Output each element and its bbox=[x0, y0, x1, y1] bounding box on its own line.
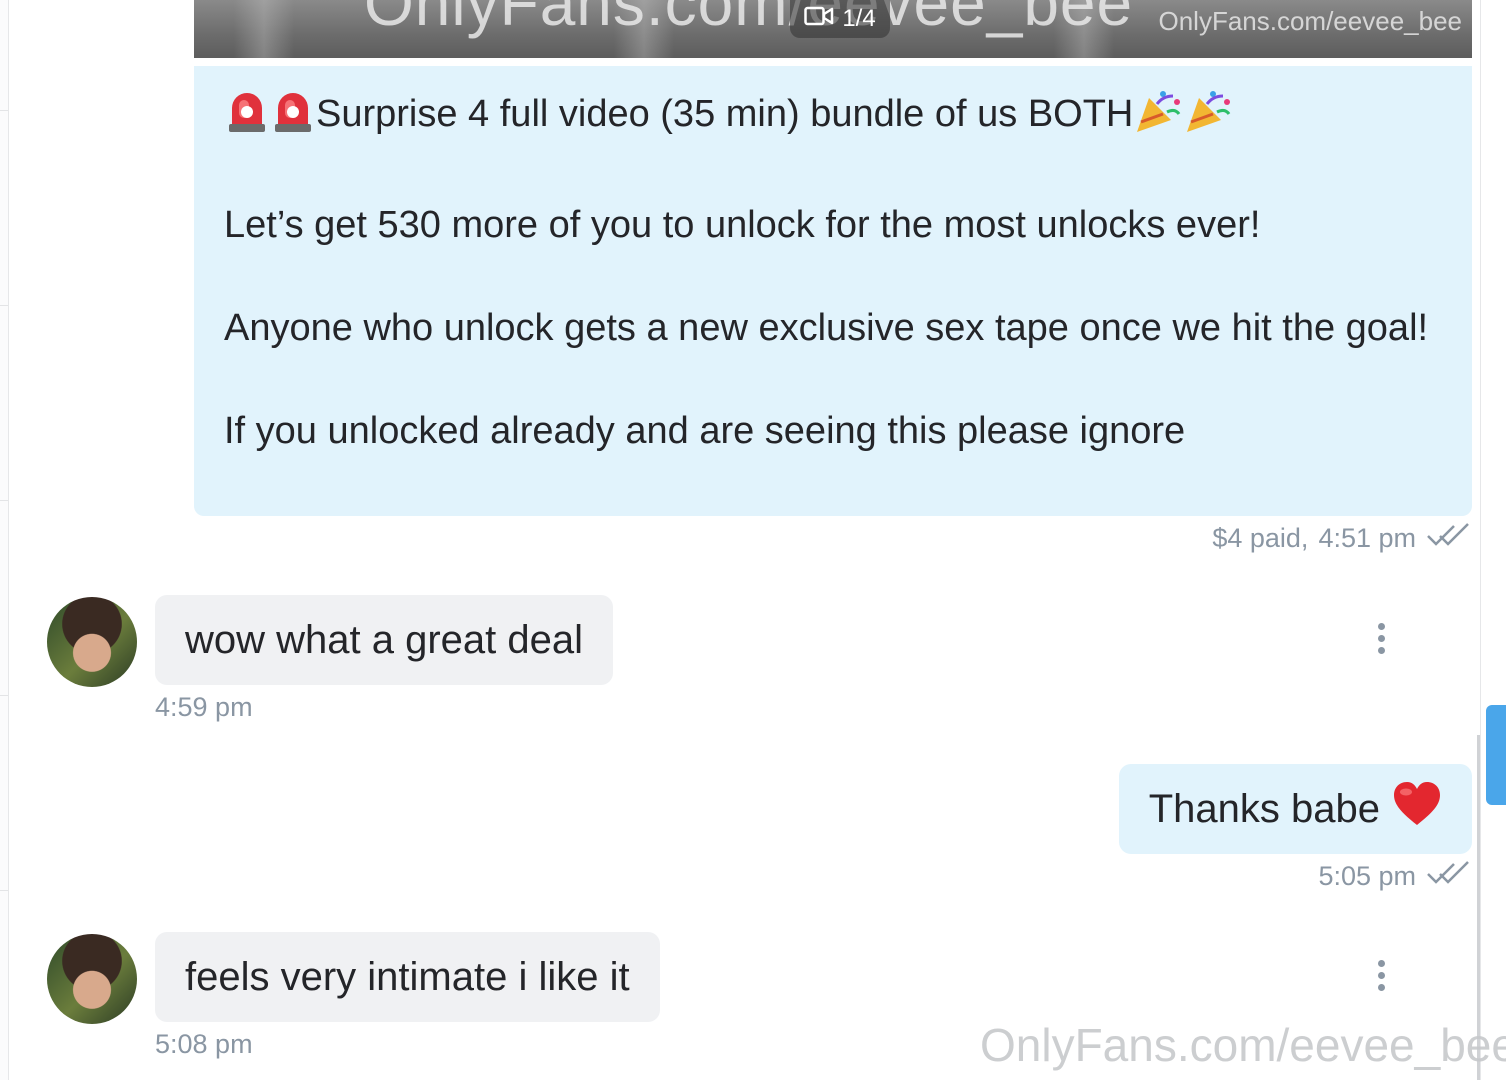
outgoing-paid-message: Surprise 4 full video (35 min) bundle of… bbox=[194, 66, 1472, 516]
bundle-headline: Surprise 4 full video (35 min) bundle of… bbox=[316, 93, 1134, 135]
footer-watermark: OnlyFans.com/eevee_bee bbox=[980, 1019, 1506, 1071]
media-watermark: OnlyFans.com/eevee_bee bbox=[364, 0, 1134, 39]
message-line: Surprise 4 full video (35 min) bundle of… bbox=[224, 88, 1442, 148]
party-popper-icon bbox=[1133, 88, 1183, 148]
incoming-message: wow what a great deal bbox=[155, 595, 614, 685]
double-check-icon bbox=[1426, 522, 1470, 555]
message-line: If you unlocked already and are seeing t… bbox=[224, 410, 1186, 452]
siren-icon bbox=[270, 88, 316, 148]
red-heart-icon bbox=[1392, 781, 1442, 837]
more-options-icon[interactable] bbox=[1367, 618, 1395, 658]
scrollbar-thumb[interactable] bbox=[1486, 705, 1506, 805]
message-text: Thanks babe bbox=[1148, 786, 1380, 831]
paid-price: $4 paid, bbox=[1212, 523, 1309, 553]
message-line: Let’s get 530 more of you to unlock for … bbox=[224, 204, 1261, 246]
message-text: wow what a great deal bbox=[185, 617, 584, 662]
media-counter: 1/4 bbox=[842, 5, 876, 32]
message-line: Anyone who unlock gets a new exclusive s… bbox=[224, 307, 1429, 349]
message-meta: 5:05 pm bbox=[1318, 860, 1470, 893]
media-watermark-small: OnlyFans.com/eevee_bee bbox=[1158, 6, 1462, 36]
scrollbar-track bbox=[1480, 0, 1481, 1080]
message-meta: $4 paid, 4:51 pm bbox=[1212, 522, 1470, 555]
media-preview[interactable]: OnlyFans.com/eevee_bee 1/4 OnlyFans.com/… bbox=[194, 0, 1472, 58]
siren-icon bbox=[224, 88, 270, 148]
video-camera-icon bbox=[804, 5, 834, 34]
message-time: 5:08 pm bbox=[155, 1029, 253, 1059]
incoming-message: feels very intimate i like it bbox=[155, 932, 660, 1022]
avatar[interactable] bbox=[47, 597, 137, 687]
double-check-icon bbox=[1426, 860, 1470, 893]
message-text: feels very intimate i like it bbox=[185, 954, 630, 999]
left-panel-edge bbox=[0, 0, 9, 1080]
message-time: 4:51 pm bbox=[1318, 523, 1416, 553]
outgoing-message: Thanks babe bbox=[1118, 764, 1472, 854]
party-popper-icon bbox=[1183, 88, 1233, 148]
more-options-icon[interactable] bbox=[1367, 955, 1395, 995]
message-time: 5:05 pm bbox=[1318, 861, 1416, 891]
media-counter-badge: 1/4 bbox=[790, 0, 890, 38]
avatar[interactable] bbox=[47, 934, 137, 1024]
message-time: 4:59 pm bbox=[155, 692, 253, 722]
